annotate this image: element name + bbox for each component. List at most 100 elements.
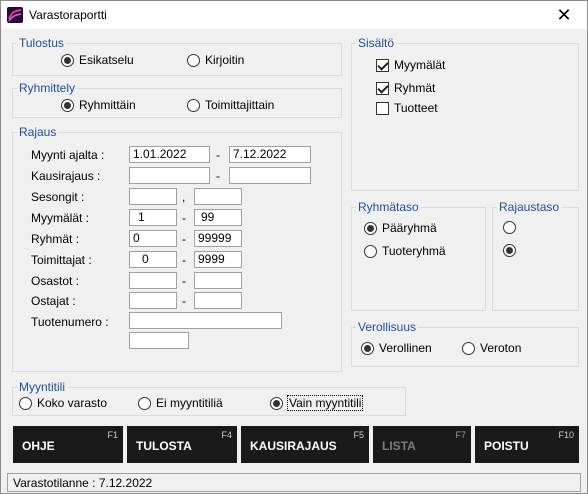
radio-veroton[interactable]: Veroton xyxy=(462,341,521,355)
range-dash: - xyxy=(216,169,220,183)
report-window: Varastoraportti ✕ Tulostus Esikatselu Ki… xyxy=(0,0,588,494)
rajaustaso-title: Rajaustaso xyxy=(497,200,562,214)
ohje-button[interactable]: OHJE F1 xyxy=(13,426,123,463)
title-bar: Varastoraportti ✕ xyxy=(1,1,587,29)
radio-label: Kirjoitin xyxy=(205,53,245,67)
radio-label: Vain myyntitili xyxy=(286,395,364,411)
radio-label: Koko varasto xyxy=(37,396,108,410)
ostajat-to-input[interactable] xyxy=(194,292,242,309)
ryhmittely-title: Ryhmittely xyxy=(17,81,78,95)
tulostus-title: Tulostus xyxy=(17,36,66,50)
lista-button[interactable]: LISTA F7 xyxy=(373,426,471,463)
checkbox-myymalat[interactable]: Myymälät xyxy=(376,58,445,72)
poistu-button[interactable]: POISTU F10 xyxy=(475,426,579,463)
ryhmataso-title: Ryhmätaso xyxy=(356,200,421,214)
tuotenumero-extra-input[interactable] xyxy=(129,332,189,349)
checkbox-indicator xyxy=(376,58,389,72)
radio-indicator xyxy=(19,396,32,410)
checkbox-ryhmat[interactable]: Ryhmät xyxy=(376,81,435,95)
checkbox-label: Tuotteet xyxy=(394,101,438,115)
app-icon xyxy=(7,7,23,23)
osastot-to-input[interactable] xyxy=(194,272,242,289)
checkbox-tuotteet[interactable]: Tuotteet xyxy=(376,101,438,115)
radio-indicator xyxy=(462,341,475,355)
range-dash: - xyxy=(216,148,220,162)
ostajat-from-input[interactable] xyxy=(129,292,177,309)
radio-tuoteryhma[interactable]: Tuoteryhmä xyxy=(364,244,446,258)
window-title: Varastoraportti xyxy=(29,8,107,22)
radio-toimittajittain[interactable]: Toimittajittain xyxy=(187,98,274,112)
myynti-from-input[interactable]: 1.01.2022 xyxy=(129,146,210,163)
button-label: LISTA xyxy=(382,439,416,453)
range-dash: - xyxy=(182,232,186,246)
button-label: OHJE xyxy=(22,439,55,453)
radio-verollinen[interactable]: Verollinen xyxy=(361,341,432,355)
status-text: Varastotilanne : 7.12.2022 xyxy=(13,476,153,490)
toimittajat-from-input[interactable]: 0 xyxy=(129,251,177,268)
button-label: KAUSIRAJAUS xyxy=(250,439,337,453)
verollisuus-title: Verollisuus xyxy=(356,320,419,334)
tulosta-button[interactable]: TULOSTA F4 xyxy=(127,426,237,463)
kausirajaus-label: Kausirajaus : xyxy=(31,169,101,183)
radio-indicator xyxy=(61,53,74,67)
myymalat-from-input[interactable]: 1 xyxy=(129,209,177,226)
radio-rajaustaso-2[interactable] xyxy=(503,244,516,257)
kausirajaus-to-input[interactable] xyxy=(229,167,311,184)
radio-label: Toimittajittain xyxy=(205,98,275,112)
toimittajat-label: Toimittajat : xyxy=(31,253,92,267)
radio-rajaustaso-1[interactable] xyxy=(503,221,516,234)
radio-indicator xyxy=(503,244,516,257)
close-button[interactable]: ✕ xyxy=(541,1,587,29)
checkbox-label: Ryhmät xyxy=(394,81,436,95)
sisalto-title: Sisältö xyxy=(356,36,397,50)
close-icon: ✕ xyxy=(556,4,572,25)
function-key: F1 xyxy=(107,430,118,440)
radio-vain-myyntitili[interactable]: Vain myyntitili xyxy=(270,395,364,411)
radio-esikatselu[interactable]: Esikatselu xyxy=(61,53,134,67)
myynti-ajalta-label: Myynti ajalta : xyxy=(31,148,105,162)
ryhmat-from-input[interactable]: 0 xyxy=(129,230,177,247)
radio-label: Verollinen xyxy=(379,341,432,355)
radio-kirjoitin[interactable]: Kirjoitin xyxy=(187,53,244,67)
checkbox-label: Myymälät xyxy=(394,58,446,72)
radio-label: Ei myyntitiliä xyxy=(156,396,223,410)
function-key: F10 xyxy=(558,430,574,440)
radio-label: Pääryhmä xyxy=(382,221,437,235)
radio-indicator xyxy=(503,221,516,234)
sesongit-label: Sesongit : xyxy=(31,190,85,204)
radio-label: Ryhmittäin xyxy=(79,98,136,112)
tuotenumero-label: Tuotenumero : xyxy=(31,315,109,329)
checkbox-indicator xyxy=(376,81,389,95)
checkbox-indicator xyxy=(376,101,389,115)
function-key: F4 xyxy=(221,430,232,440)
kausirajaus-from-input[interactable] xyxy=(129,167,210,184)
myynti-to-input[interactable]: 7.12.2022 xyxy=(229,146,311,163)
sesongit-separator: , xyxy=(182,190,186,204)
osastot-from-input[interactable] xyxy=(129,272,177,289)
button-label: POISTU xyxy=(484,439,529,453)
radio-koko-varasto[interactable]: Koko varasto xyxy=(19,396,107,410)
radio-indicator xyxy=(364,221,377,235)
radio-indicator xyxy=(270,396,283,410)
sesongit-to-input[interactable] xyxy=(194,188,242,205)
ostajat-label: Ostajat : xyxy=(31,294,76,308)
range-dash: - xyxy=(182,211,186,225)
radio-label: Esikatselu xyxy=(79,53,134,67)
ryhmat-to-input[interactable]: 99999 xyxy=(194,230,242,247)
button-label: TULOSTA xyxy=(136,439,192,453)
toimittajat-to-input[interactable]: 9999 xyxy=(194,251,242,268)
rajaus-title: Rajaus xyxy=(17,125,59,139)
osastot-label: Osastot : xyxy=(31,274,80,288)
range-dash: - xyxy=(182,274,186,288)
range-dash: - xyxy=(182,294,186,308)
radio-indicator xyxy=(61,98,74,112)
radio-ryhmittain[interactable]: Ryhmittäin xyxy=(61,98,136,112)
tuotenumero-input[interactable] xyxy=(129,312,282,329)
function-key: F5 xyxy=(353,430,364,440)
sesongit-from-input[interactable] xyxy=(129,188,177,205)
radio-paaryhma[interactable]: Pääryhmä xyxy=(364,221,437,235)
myymalat-to-input[interactable]: 99 xyxy=(194,209,242,226)
radio-indicator xyxy=(187,53,200,67)
radio-ei-myyntitilia[interactable]: Ei myyntitiliä xyxy=(138,396,223,410)
kausirajaus-button[interactable]: KAUSIRAJAUS F5 xyxy=(241,426,369,463)
